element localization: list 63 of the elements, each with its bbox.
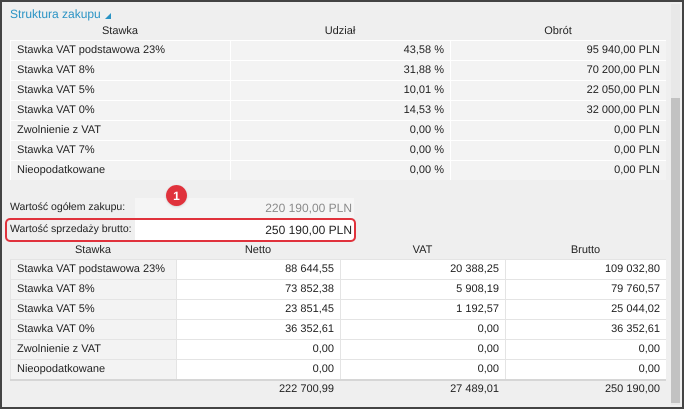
column-header: Obrót	[543, 24, 573, 39]
table-cell: Nieopodatkowane	[10, 161, 230, 180]
table-cell: 109 032,80	[505, 260, 666, 279]
field-label: Wartość ogółem zakupu:	[10, 200, 126, 216]
table-cell: 20 388,25	[340, 260, 505, 279]
column-header: Udział	[324, 24, 356, 39]
column-header: Stawka	[74, 242, 112, 258]
table-cell: 32 000,00 PLN	[450, 101, 666, 120]
table-cell: 73 852,38	[176, 280, 340, 299]
table-cell: Zwolnienie z VAT	[10, 121, 230, 140]
table-cell: 0,00	[176, 340, 340, 359]
table-cell: 0,00	[340, 360, 505, 379]
callout-badge: 1	[166, 185, 187, 206]
input-field[interactable]: 250 190,00 PLN	[135, 220, 354, 240]
table-cell: 1 192,57	[340, 300, 505, 319]
table-cell: 14,53 %	[230, 101, 450, 120]
column-header: Brutto	[570, 242, 602, 258]
table-cell: Stawka VAT podstawowa 23%	[10, 41, 230, 60]
table-cell: 36 352,61	[176, 320, 340, 339]
scrollbar-thumb[interactable]	[671, 98, 680, 403]
table-cell: Nieopodatkowane	[10, 360, 176, 379]
table-cell: 0,00 PLN	[450, 141, 666, 160]
table-cell: Stawka VAT 7%	[10, 141, 230, 160]
column-header: VAT	[412, 242, 434, 258]
table-cell: 25 044,02	[505, 300, 666, 319]
table-cell: 31,88 %	[230, 61, 450, 80]
table-cell: Stawka VAT 8%	[10, 61, 230, 80]
table-cell: 0,00	[505, 360, 666, 379]
table-cell: 70 200,00 PLN	[450, 61, 666, 80]
section-title[interactable]: Struktura zakupu	[10, 4, 101, 22]
field-label: Wartość sprzedaży brutto:	[10, 222, 133, 238]
column-header: Stawka	[100, 24, 140, 39]
table-cell: 0,00 %	[230, 161, 450, 180]
table-cell: Stawka VAT 5%	[10, 81, 230, 100]
table-cell: 0,00	[340, 340, 505, 359]
table-cell: Stawka VAT 8%	[10, 280, 176, 299]
total-cell-text: 222 700,99	[278, 382, 335, 398]
table-cell: 95 940,00 PLN	[450, 41, 666, 60]
total-cell-text: 250 190,00	[604, 382, 661, 398]
table-cell: 0,00	[505, 340, 666, 359]
table-cell: 43,58 %	[230, 41, 450, 60]
table-cell: 0,00	[176, 360, 340, 379]
table-cell: 0,00 PLN	[450, 161, 666, 180]
table-cell: 23 851,45	[176, 300, 340, 319]
table-cell: 88 644,55	[176, 260, 340, 279]
scrollbar[interactable]	[671, 4, 680, 405]
table-cell: Stawka VAT 0%	[10, 320, 176, 339]
table-cell: 10,01 %	[230, 81, 450, 100]
table-cell: 0,00	[340, 320, 505, 339]
table-cell: 0,00 PLN	[450, 121, 666, 140]
table-cell: Zwolnienie z VAT	[10, 340, 176, 359]
table-cell: Stawka VAT podstawowa 23%	[10, 260, 176, 279]
table-cell: 22 050,00 PLN	[450, 81, 666, 100]
total-cell-text: 27 489,01	[449, 382, 500, 398]
table-cell: 0,00 %	[230, 121, 450, 140]
table-cell: Stawka VAT 5%	[10, 300, 176, 319]
table-cell: 79 760,57	[505, 280, 666, 299]
table-cell: 0,00 %	[230, 141, 450, 160]
collapse-icon[interactable]	[104, 12, 111, 18]
column-header: Netto	[244, 242, 272, 258]
table-cell: 5 908,19	[340, 280, 505, 299]
table-cell: Stawka VAT 0%	[10, 101, 230, 120]
table-cell: 36 352,61	[505, 320, 666, 339]
